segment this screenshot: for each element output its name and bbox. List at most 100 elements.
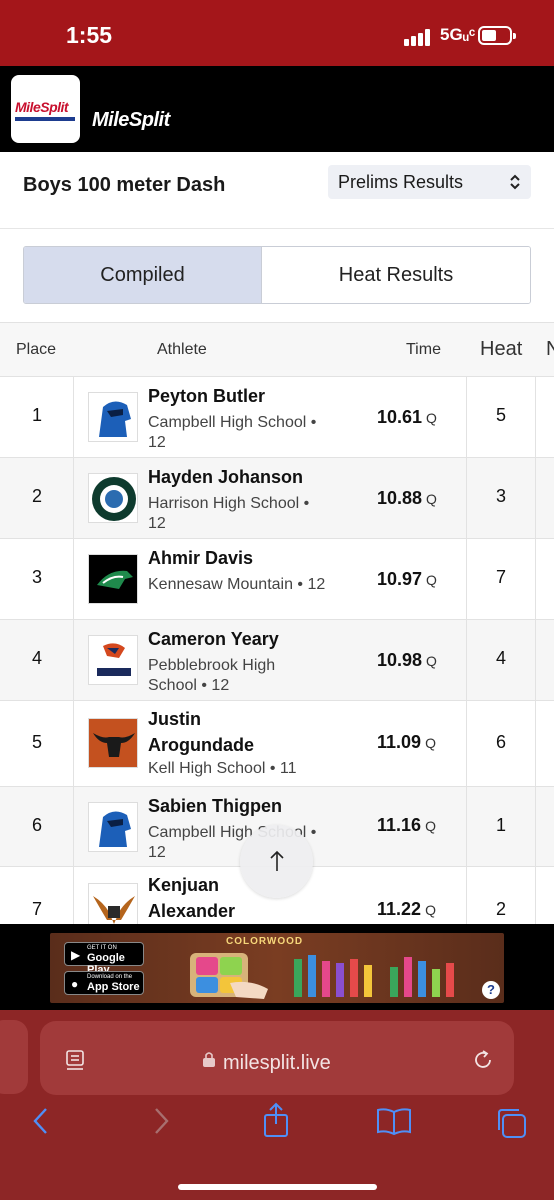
result-time: 10.88 Q [377, 488, 437, 509]
place: 6 [31, 815, 42, 835]
athlete-name[interactable]: Cameron Yeary [148, 626, 348, 652]
google-play-badge[interactable]: ▶ GET IT ON Google Play [64, 942, 144, 976]
qualifier: Q [425, 818, 436, 834]
time-value: 10.97 [377, 569, 423, 589]
heat-number: 4 [495, 648, 506, 668]
mustang-logo-icon [88, 554, 138, 604]
qualifier: Q [425, 902, 436, 918]
browser-toolbar: milesplit.live [0, 1010, 554, 1200]
table-row[interactable]: 4 Cameron Yeary Pebblebrook High School … [0, 620, 554, 701]
table-row[interactable]: 1 Peyton Butler Campbell High School • 1… [0, 377, 554, 458]
result-time: 10.97 Q [377, 569, 437, 590]
reload-icon[interactable] [472, 1049, 494, 1071]
qualifier: Q [425, 735, 436, 751]
place: 5 [31, 732, 42, 752]
battery-icon [478, 26, 516, 45]
cellular-signal-icon [404, 28, 434, 46]
result-time: 11.09 Q [377, 732, 436, 753]
athlete-name[interactable]: Justin Arogundade [148, 706, 288, 758]
play-icon: ▶ [71, 948, 81, 962]
athlete-school[interactable]: Campbell High School • 12 [148, 413, 328, 453]
tab-compiled[interactable]: Compiled [24, 247, 262, 303]
table-row[interactable]: 3 Ahmir Davis Kennesaw Mountain • 12 10.… [0, 539, 554, 620]
athlete-name[interactable]: Ahmir Davis [148, 545, 348, 571]
harrison-hoyas-logo-icon [88, 473, 138, 523]
ad-strip: ▶ GET IT ON Google Play ● Download on th… [0, 924, 554, 1010]
home-indicator [178, 1184, 377, 1190]
logo-text: MileSplit [15, 99, 69, 115]
round-select[interactable]: Prelims Results [328, 165, 531, 199]
header-time[interactable]: Time [406, 341, 441, 359]
place: 4 [31, 648, 42, 668]
header-place[interactable]: Place [16, 341, 56, 359]
previous-tab-edge[interactable] [0, 1020, 28, 1094]
bookmarks-icon[interactable] [376, 1106, 412, 1136]
result-time: 11.22 Q [377, 899, 436, 920]
logo-stripe [15, 117, 75, 121]
table-row[interactable]: 5 Justin Arogundade Kell High School • 1… [0, 701, 554, 787]
athlete-school[interactable]: Kell High School • 11 [148, 759, 348, 779]
place: 3 [31, 567, 42, 587]
longhorn-logo-icon [88, 718, 138, 768]
time-value: 10.88 [377, 488, 423, 508]
table-header: Place Athlete Time Heat N [0, 323, 554, 377]
falcons-logo-icon [88, 635, 138, 685]
qualifier: Q [426, 410, 437, 426]
tabs-icon[interactable] [494, 1106, 528, 1140]
event-title: Boys 100 meter Dash [23, 174, 226, 196]
back-icon[interactable] [30, 1106, 52, 1136]
time-value: 11.16 [377, 815, 422, 835]
chevron-up-down-icon [510, 174, 520, 190]
time-value: 11.22 [377, 899, 422, 919]
heat-number: 6 [495, 732, 506, 752]
ad-banner[interactable]: ▶ GET IT ON Google Play ● Download on th… [50, 933, 504, 1003]
scroll-to-top-button[interactable] [240, 825, 313, 898]
heat-number: 5 [495, 405, 506, 425]
spartan-logo-icon [88, 802, 138, 852]
results-tabs: Compiled Heat Results [23, 246, 531, 304]
arrow-up-icon [270, 850, 284, 871]
address-bar[interactable]: milesplit.live [40, 1021, 514, 1095]
badge-caption: Download on the [87, 974, 133, 980]
apple-icon: ● [71, 977, 79, 991]
url-text[interactable]: milesplit.live [223, 1052, 331, 1075]
athlete-school[interactable]: Harrison High School • 12 [148, 494, 328, 534]
ad-help-icon[interactable]: ? [482, 981, 500, 999]
brand-name[interactable]: MileSplit [92, 109, 170, 132]
place: 1 [31, 405, 42, 425]
athlete-name[interactable]: Sabien Thigpen [148, 793, 348, 819]
forward-icon[interactable] [150, 1106, 172, 1136]
eagle-logo-icon [88, 883, 138, 924]
qualifier: Q [426, 572, 437, 588]
header-athlete[interactable]: Athlete [157, 341, 207, 359]
app-store-badge[interactable]: ● Download on the App Store [64, 971, 144, 995]
status-bar: 1:55 5Gᵤᶜ [0, 0, 554, 66]
time-value: 10.61 [377, 407, 423, 427]
heat-number: 7 [495, 567, 506, 587]
share-icon[interactable] [260, 1102, 292, 1138]
ad-game-art [190, 953, 454, 999]
result-time: 10.98 Q [377, 650, 437, 671]
badge-title: App Store [87, 981, 140, 993]
qualifier: Q [426, 653, 437, 669]
qualifier: Q [426, 491, 437, 507]
status-time: 1:55 [66, 22, 113, 48]
athlete-name[interactable]: Peyton Butler [148, 383, 348, 409]
athlete-name[interactable]: Hayden Johanson [148, 464, 348, 490]
table-row[interactable]: 2 Hayden Johanson Harrison High School •… [0, 458, 554, 539]
milesplit-logo[interactable]: MileSplit [11, 75, 80, 143]
tab-heat-results[interactable]: Heat Results [262, 247, 530, 303]
ad-game-title: COLORWOOD [226, 936, 304, 947]
athlete-school[interactable]: Kennesaw Mountain • 12 [148, 575, 328, 595]
heat-number: 3 [495, 486, 506, 506]
network-type: 5Gᵤᶜ [440, 25, 476, 44]
reader-mode-icon[interactable] [64, 1049, 86, 1071]
header-next-column[interactable]: N [546, 338, 554, 361]
header-heat[interactable]: Heat [480, 338, 522, 361]
time-value: 11.09 [377, 732, 422, 752]
time-value: 10.98 [377, 650, 423, 670]
lock-icon [203, 1052, 215, 1067]
divider [0, 228, 554, 229]
result-time: 10.61 Q [377, 407, 437, 428]
athlete-school[interactable]: Pebblebrook High School • 12 [148, 656, 328, 696]
